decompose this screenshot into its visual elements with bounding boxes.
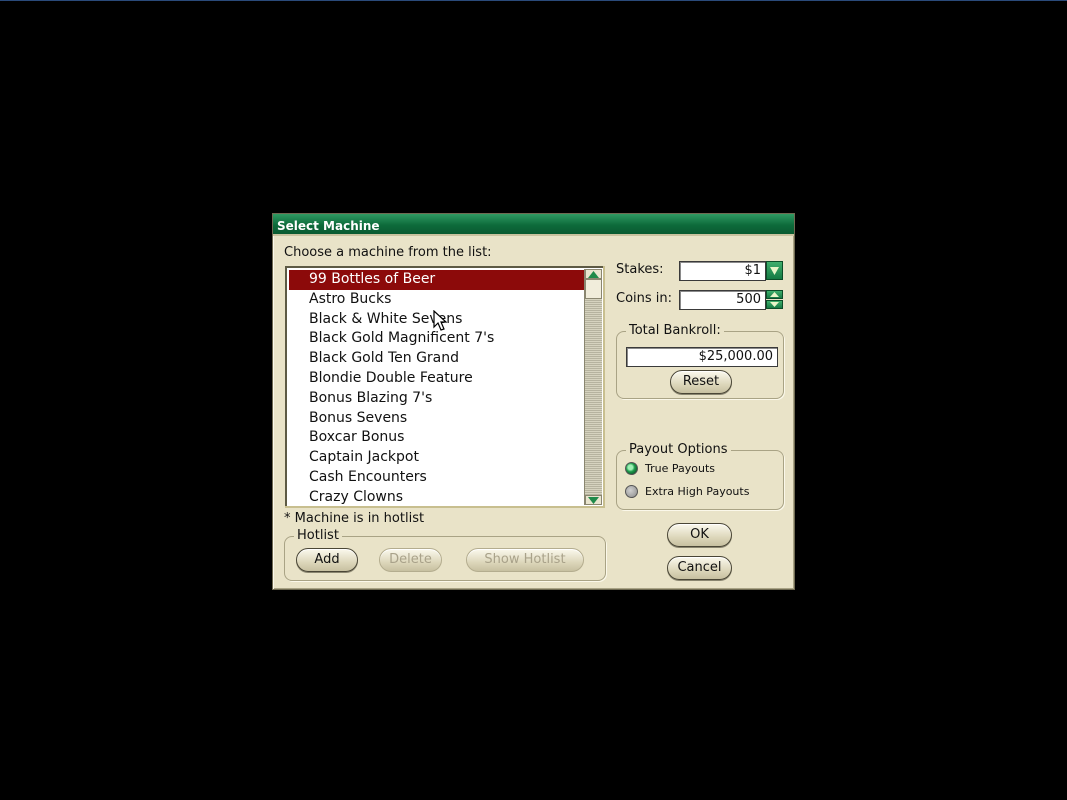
- list-item[interactable]: Blondie Double Feature: [289, 369, 584, 389]
- extra-high-payouts-radio[interactable]: [625, 485, 638, 498]
- list-item[interactable]: Black Gold Magnificent 7's: [289, 329, 584, 349]
- list-prompt: Choose a machine from the list:: [284, 245, 492, 260]
- scroll-down-button[interactable]: [585, 495, 602, 505]
- scroll-up-button[interactable]: [585, 269, 602, 279]
- reset-button[interactable]: Reset: [670, 370, 732, 394]
- mouse-pointer-icon: [433, 310, 447, 331]
- coins-label: Coins in:: [616, 291, 673, 306]
- screen: Select Machine Choose a machine from the…: [0, 0, 1067, 800]
- down-arrow-icon: [770, 302, 779, 307]
- payout-options-title: Payout Options: [626, 442, 731, 458]
- up-arrow-icon: [770, 292, 779, 297]
- bankroll-field[interactable]: $25,000.00: [626, 347, 778, 367]
- list-item[interactable]: Bonus Sevens: [289, 409, 584, 429]
- list-item[interactable]: Black Gold Ten Grand: [289, 349, 584, 369]
- stakes-dropdown-button[interactable]: [766, 261, 783, 280]
- list-item[interactable]: Crazy Clowns: [289, 488, 584, 506]
- stakes-label: Stakes:: [616, 262, 664, 277]
- true-payouts-label: True Payouts: [645, 462, 715, 475]
- up-arrow-icon: [588, 271, 599, 278]
- coins-decrement-button[interactable]: [766, 300, 783, 309]
- dialog-title: Select Machine: [273, 214, 794, 236]
- coins-increment-button[interactable]: [766, 290, 783, 299]
- coins-stepper[interactable]: [766, 290, 783, 309]
- coins-input[interactable]: 500: [679, 290, 766, 310]
- add-button[interactable]: Add: [296, 548, 358, 572]
- list-scrollbar[interactable]: [584, 269, 602, 505]
- extra-high-payouts-label: Extra High Payouts: [645, 485, 750, 498]
- list-item[interactable]: 99 Bottles of Beer: [289, 270, 584, 290]
- cancel-button[interactable]: Cancel: [667, 556, 732, 580]
- hotlist-note: * Machine is in hotlist: [284, 511, 425, 526]
- bankroll-group: Total Bankroll: $25,000.00 Reset: [616, 323, 784, 399]
- hotlist-group: Hotlist Add Delete Show Hotlist: [284, 528, 606, 581]
- list-item[interactable]: Bonus Blazing 7's: [289, 389, 584, 409]
- machine-list[interactable]: 99 Bottles of Beer Astro Bucks Black & Whi…: [285, 266, 605, 508]
- ok-button[interactable]: OK: [667, 523, 732, 547]
- list-item[interactable]: Captain Jackpot: [289, 448, 584, 468]
- true-payouts-radio[interactable]: [625, 462, 638, 475]
- chevron-down-icon: [770, 267, 779, 275]
- hotlist-title: Hotlist: [294, 528, 342, 544]
- list-item[interactable]: Boxcar Bonus: [289, 428, 584, 448]
- scroll-thumb[interactable]: [585, 279, 602, 299]
- select-machine-dialog: Select Machine Choose a machine from the…: [272, 213, 795, 590]
- bankroll-title: Total Bankroll:: [626, 323, 724, 339]
- payout-options-group: Payout Options True Payouts Extra High P…: [616, 442, 784, 510]
- machine-list-items: 99 Bottles of Beer Astro Bucks Black & Whi…: [289, 270, 584, 506]
- down-arrow-icon: [588, 497, 599, 504]
- stakes-select[interactable]: $1: [679, 261, 766, 281]
- delete-button[interactable]: Delete: [379, 548, 442, 572]
- list-item[interactable]: Astro Bucks: [289, 290, 584, 310]
- show-hotlist-button[interactable]: Show Hotlist: [466, 548, 584, 572]
- list-item[interactable]: Cash Encounters: [289, 468, 584, 488]
